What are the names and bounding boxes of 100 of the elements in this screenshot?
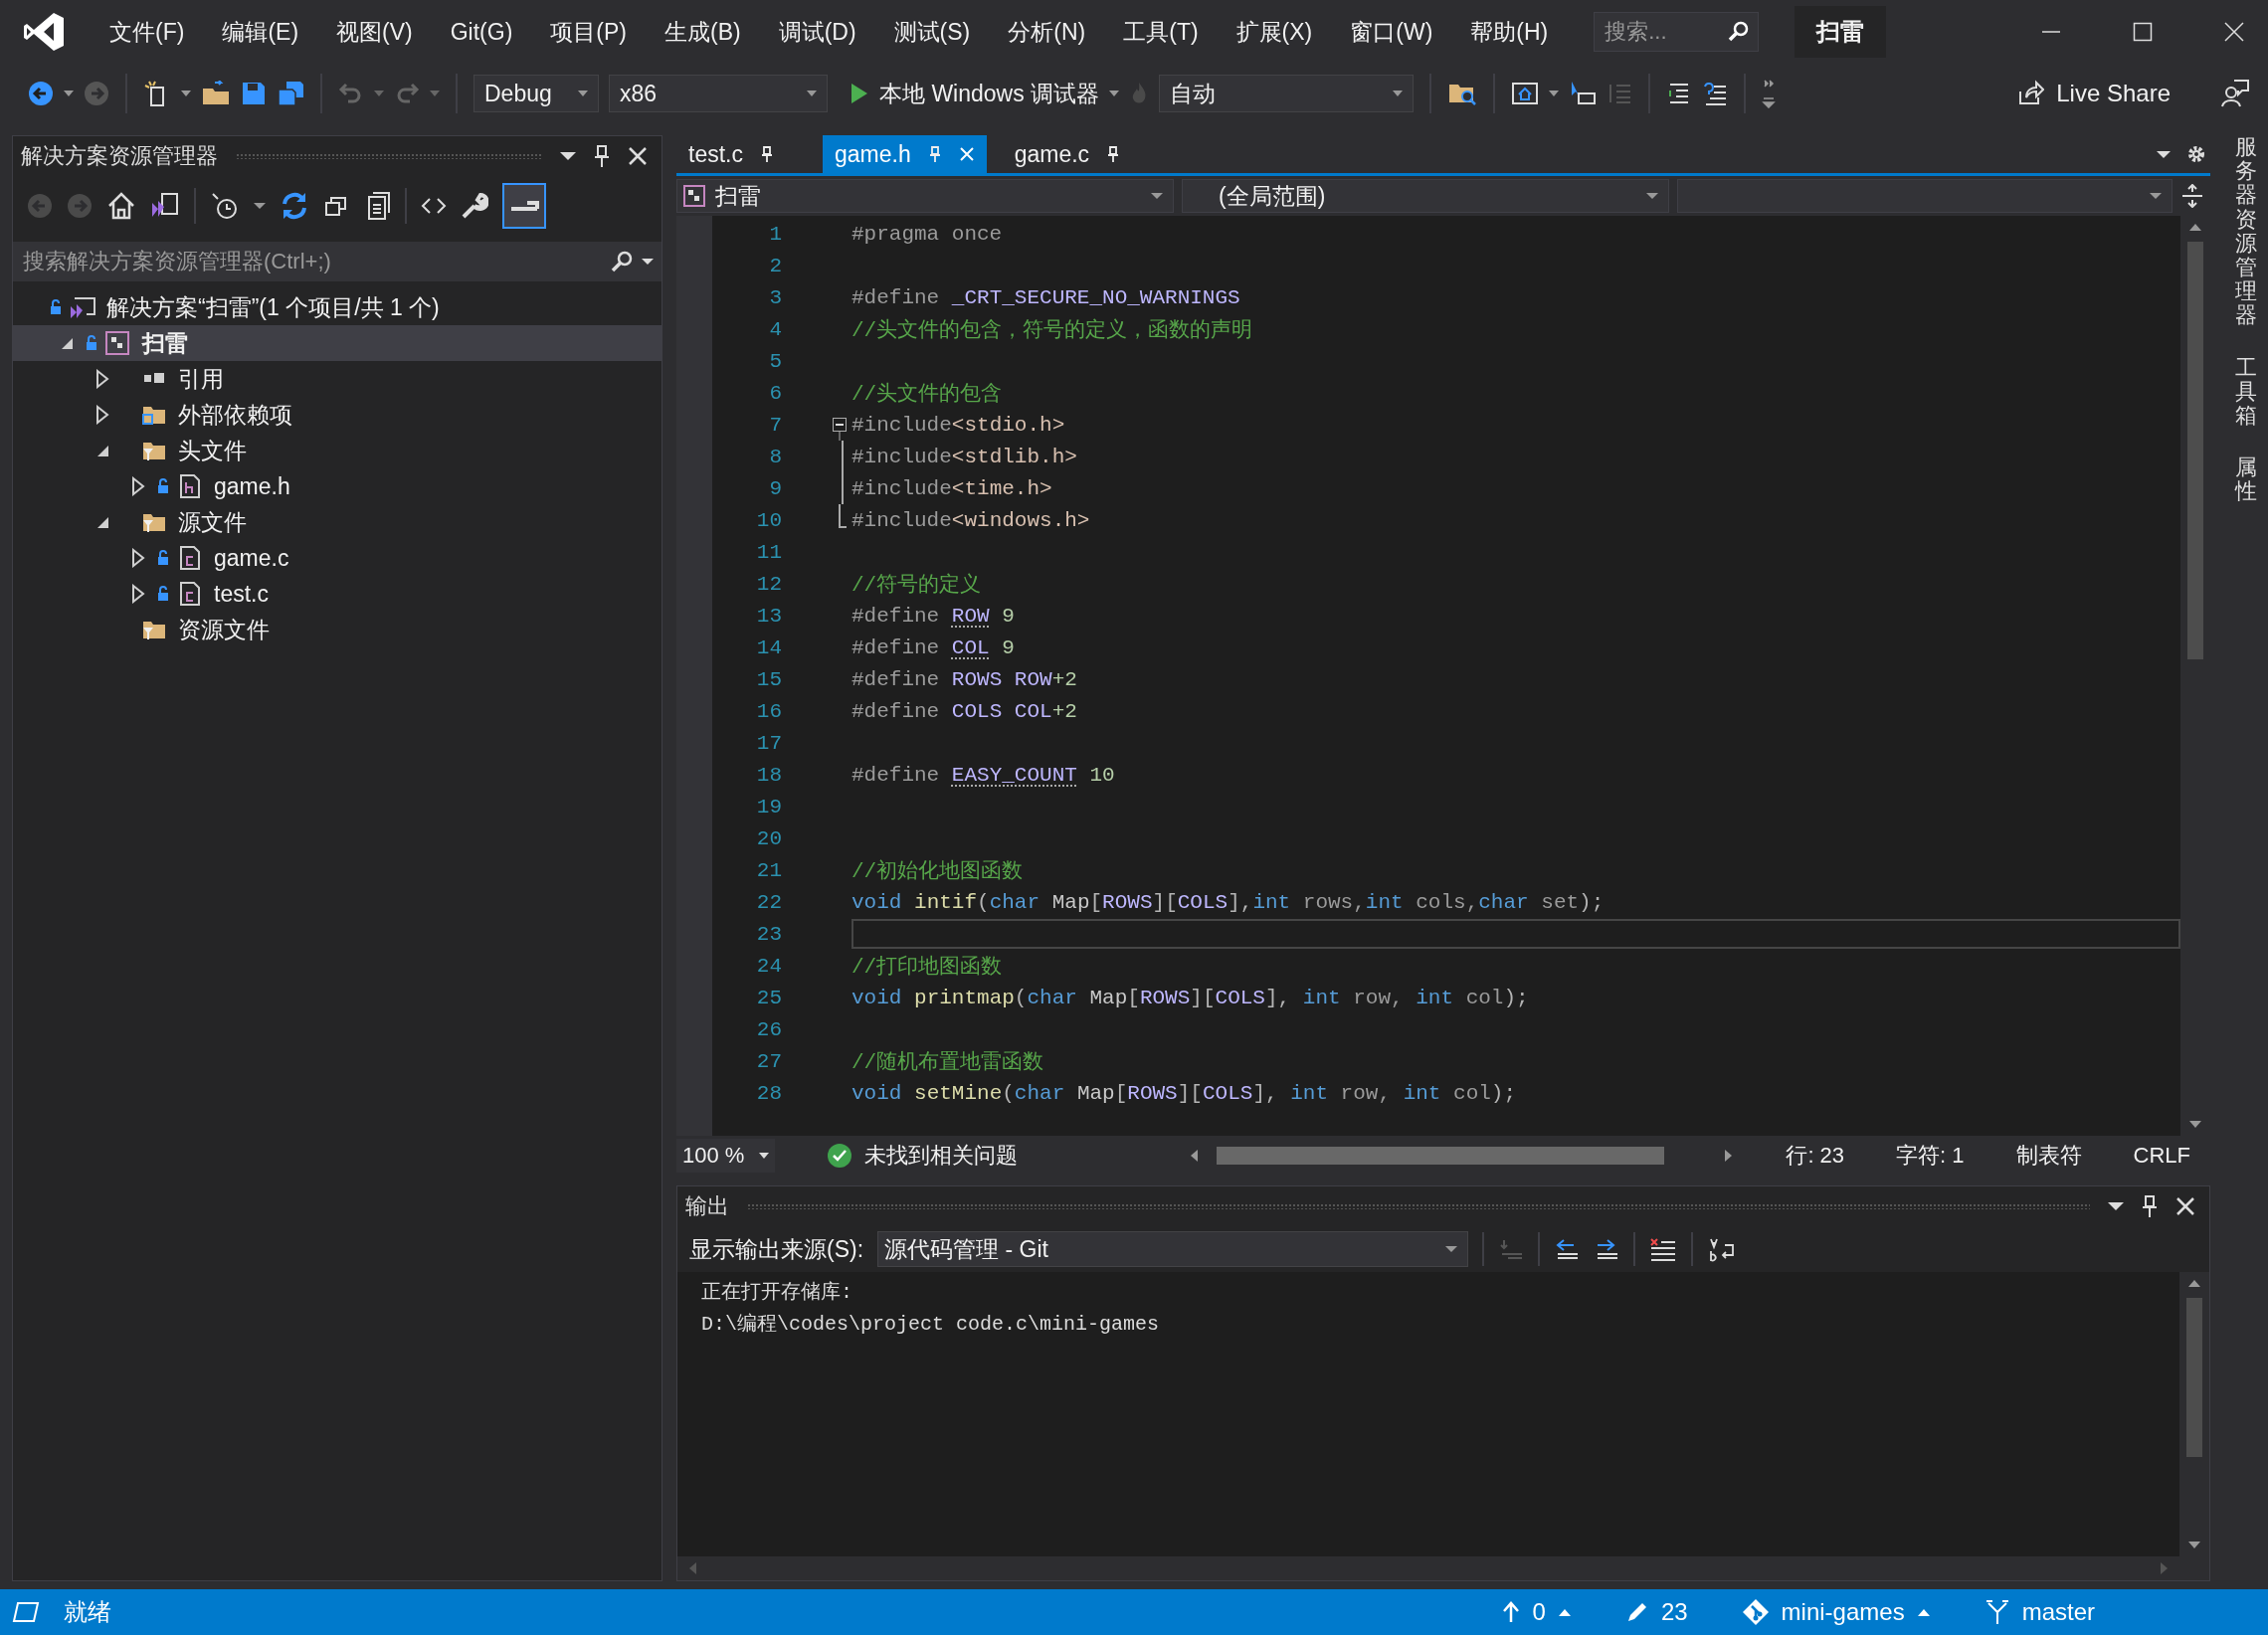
caret-icon[interactable] [2108,1201,2124,1211]
overflow-icon[interactable] [1762,79,1777,108]
side-tab[interactable]: 服务器资源管理器 [2235,135,2257,328]
output-window-icon[interactable] [12,1600,40,1624]
scroll-down-icon[interactable] [2187,1541,2201,1550]
menu-item[interactable]: 工具(T) [1109,16,1223,48]
scroll-up-icon[interactable] [2187,1278,2201,1288]
live-share-button[interactable]: Live Share [2016,80,2171,107]
menu-item[interactable]: 分析(N) [994,16,1110,48]
column-indicator[interactable]: 字符: 1 [1896,1141,1965,1171]
pin-icon[interactable] [1107,145,1120,163]
line-ending-indicator[interactable]: CRLF [2133,1143,2190,1169]
tree-item[interactable]: 资源文件 [13,612,662,647]
collapsed-arrow-icon[interactable] [131,548,145,568]
caret-icon[interactable] [2157,150,2171,158]
close-icon[interactable] [2175,1196,2195,1216]
pin-icon[interactable] [2142,1194,2158,1218]
configuration-dropdown[interactable]: Debug [473,75,599,112]
collapsed-arrow-icon[interactable] [95,369,109,389]
refresh-icon[interactable] [280,191,309,221]
menu-item[interactable]: 编辑(E) [208,16,323,48]
menu-item[interactable]: 扩展(X) [1222,16,1337,48]
project-dropdown[interactable]: 扫雷 [676,179,1174,213]
collapsed-arrow-icon[interactable] [131,476,145,496]
check-icon [827,1143,852,1169]
search-field[interactable]: 搜索... [1594,12,1760,52]
caret-icon[interactable] [64,90,74,97]
line-indicator[interactable]: 行: 23 [1786,1141,1845,1171]
caret-icon[interactable] [642,258,654,266]
tree-item[interactable]: 引用 [13,361,662,397]
start-debugging-button[interactable]: 本地 Windows 调试器 [850,78,1120,109]
issues-status[interactable]: 未找到相关问题 [864,1141,1018,1171]
feedback-icon[interactable] [2220,79,2250,108]
previous-message-icon[interactable] [1554,1236,1581,1262]
tree-item[interactable]: game.h [13,468,662,504]
tree-item[interactable]: test.c [13,576,662,612]
open-folder-icon[interactable] [201,81,231,106]
tree-item[interactable]: 扫雷 [13,325,662,361]
caret-icon[interactable] [254,202,266,210]
line-number: 5 [768,349,782,373]
target-dropdown[interactable]: 自动 [1159,75,1415,112]
scroll-down-icon[interactable] [2188,1120,2202,1130]
file-tab[interactable]: game.c [1002,135,1132,173]
menu-item[interactable]: 测试(S) [879,16,995,48]
side-tab[interactable]: 属性 [2235,455,2257,504]
close-icon[interactable] [628,146,648,166]
collapsed-arrow-icon[interactable] [95,405,109,425]
output-source-dropdown[interactable]: 源代码管理 - Git [877,1231,1469,1267]
split-icon[interactable] [2180,184,2204,208]
tree-item[interactable]: game.c [13,540,662,576]
pending-changes-button[interactable]: 23 [1624,1598,1688,1626]
save-all-icon[interactable] [277,80,304,107]
uncomment-lines-icon[interactable] [1702,81,1729,106]
scrollbar-thumb[interactable] [1217,1147,1664,1165]
repository-button[interactable]: mini-games [1741,1598,1931,1626]
line-number: 25 [755,986,782,1009]
tree-item[interactable]: 解决方案“扫雷”(1 个项目/共 1 个) [13,289,662,325]
platform-dropdown[interactable]: x86 [609,75,828,112]
save-icon[interactable] [241,81,267,106]
scrollbar-thumb[interactable] [2186,1298,2202,1457]
pin-icon[interactable] [760,145,773,163]
file-tab[interactable]: test.c [676,135,785,173]
menu-item[interactable]: 窗口(W) [1336,16,1457,48]
scroll-left-icon[interactable] [1189,1149,1199,1163]
vertical-scrollbar[interactable] [2179,1272,2209,1556]
pointer-icon[interactable] [1569,80,1598,107]
preview-toggle-button[interactable] [502,183,546,229]
scrollbar-thumb[interactable] [2187,242,2203,659]
history-icon[interactable] [210,191,240,221]
branch-button[interactable]: master [1984,1598,2095,1626]
menu-item[interactable]: 调试(D) [764,16,880,48]
tree-item[interactable]: 外部依赖项 [13,397,662,433]
scope-dropdown[interactable]: (全局范围) [1182,179,1669,213]
menu-item[interactable]: 生成(B) [651,16,765,48]
menu-item[interactable]: 视图(V) [322,16,437,48]
zoom-dropdown[interactable]: 100 % [676,1139,775,1173]
menu-item[interactable]: Git(G) [436,18,537,46]
maximize-icon[interactable] [2133,22,2153,42]
scroll-up-icon[interactable] [2188,222,2202,232]
side-tab[interactable]: 工具箱 [2235,355,2257,429]
close-icon[interactable] [2224,22,2244,42]
caret-icon[interactable] [560,151,576,161]
caret-icon[interactable] [181,90,191,97]
settings-icon[interactable] [2186,144,2206,164]
back-icon[interactable] [28,81,54,106]
unpushed-commits-button[interactable]: 0 [1500,1598,1572,1626]
caret-icon[interactable] [1549,90,1560,97]
tree-item[interactable]: 源文件 [13,504,662,540]
pin-icon[interactable] [594,144,610,168]
menu-item[interactable]: 帮助(H) [1456,16,1573,48]
menu-item[interactable]: 文件(F) [95,16,209,48]
code-icon[interactable] [421,196,447,216]
wrench-icon[interactable] [461,192,488,220]
tree-item[interactable]: 头文件 [13,433,662,468]
menu-item[interactable]: 项目(P) [536,16,651,48]
clear-all-icon[interactable] [1649,1236,1678,1262]
home-window-icon[interactable] [1511,81,1540,106]
collapsed-arrow-icon[interactable] [131,584,145,604]
home-icon[interactable] [106,191,136,221]
indent-indicator[interactable]: 制表符 [2015,1141,2082,1171]
